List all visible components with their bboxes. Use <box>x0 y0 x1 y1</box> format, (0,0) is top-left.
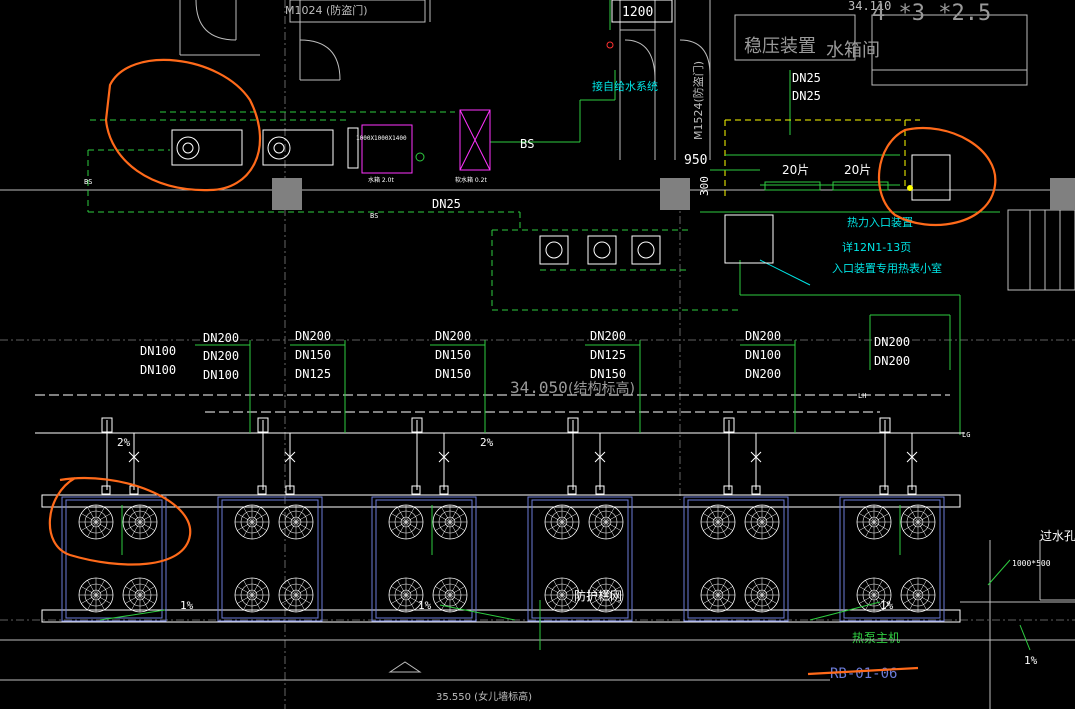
fan-icon <box>122 504 158 540</box>
pipe-size-label: DN200 <box>435 329 471 343</box>
fan-icon <box>700 577 736 613</box>
note-line-2: 入口装置专用热表小室 <box>832 261 942 275</box>
tank-size: 4 *3 *2.5 <box>872 1 991 26</box>
door-label-side: M1524(防盗门) <box>691 61 705 140</box>
fan-icon <box>900 577 936 613</box>
parapet-level: 35.550 (女儿墙标高) <box>436 690 532 703</box>
fan-icon <box>278 504 314 540</box>
column <box>272 178 302 210</box>
pipe-size-label: DN100 <box>140 363 176 377</box>
pipe-size-dn25: DN25 <box>432 197 461 211</box>
pressure-device-label: 稳压装置 <box>744 36 816 57</box>
pipe-size-label: DN100 <box>745 348 781 362</box>
pipe-size-label: DN125 <box>590 348 626 362</box>
bs-label-small: BS <box>84 178 92 186</box>
pipe-size-label: DN150 <box>435 348 471 362</box>
fan-icon <box>544 504 580 540</box>
vent-hole: 过水孔 <box>1040 529 1075 543</box>
fan-icon <box>234 504 270 540</box>
fan-icon <box>744 577 780 613</box>
pipe-size-label: DN200 <box>203 331 239 345</box>
drawing-number: RB-01-06 <box>830 666 897 682</box>
fan-icon <box>78 577 114 613</box>
slope-label: 2% <box>480 436 494 449</box>
dim-1200: 1200 <box>622 5 653 20</box>
slope-label: 1% <box>880 599 894 612</box>
pipe-size-label: DN150 <box>295 348 331 362</box>
pipe-size-label: DN100 <box>203 368 239 382</box>
level-mid: 34.050 <box>510 378 568 397</box>
fan-icon <box>234 577 270 613</box>
fan-icon <box>744 504 780 540</box>
fan-icon <box>432 504 468 540</box>
pipe-size-label: DN200 <box>203 349 239 363</box>
lg-label: LG <box>962 431 970 439</box>
column <box>1050 178 1075 210</box>
fan-icon <box>122 577 158 613</box>
fins-2: 20片 <box>844 163 871 177</box>
dim-950: 950 <box>684 153 707 168</box>
pipe-size-label: DN125 <box>295 367 331 381</box>
water-tank-room-label: 水箱间 <box>826 40 880 61</box>
pipe-size-label: DN200 <box>295 329 331 343</box>
pipe-size-dn25: DN25 <box>792 71 821 85</box>
pipe-size-label: DN150 <box>435 367 471 381</box>
slope-label: 2% <box>117 436 131 449</box>
pipe-size-label: DN200 <box>745 329 781 343</box>
pipe-size-label: DN100 <box>140 344 176 358</box>
structural-level: (结构标高) <box>568 380 635 397</box>
tank-small-2: 软水箱 0.2t <box>455 176 487 184</box>
lh-label: LH <box>858 392 866 400</box>
pipe-size: DN200 <box>874 354 910 368</box>
door-label-top: M1024 (防盗门) <box>285 3 368 17</box>
fan-icon <box>388 504 424 540</box>
slope-label: 1% <box>180 599 194 612</box>
fan-icon <box>900 504 936 540</box>
fan-icon <box>700 504 736 540</box>
yellow-point <box>907 185 913 191</box>
bs-label-small: BS <box>370 212 378 220</box>
pipe-size: DN200 <box>874 335 910 349</box>
pipe-size-label: DN150 <box>590 367 626 381</box>
pipe-size-dn25: DN25 <box>792 89 821 103</box>
fins-1: 20片 <box>782 163 809 177</box>
fan-icon <box>78 504 114 540</box>
to-water-system: 接自给水系统 <box>592 80 658 93</box>
slope-label: 1% <box>418 599 432 612</box>
note-line-1: 详12N1-13页 <box>842 240 911 254</box>
cad-drawing: M1024 (防盗门) 1200 34.110 4 *3 *2.5 稳压装置 水… <box>0 0 1075 709</box>
dim-300: 300 <box>698 176 711 196</box>
column <box>660 178 690 210</box>
fan-icon <box>856 504 892 540</box>
bs-label: BS <box>520 137 534 151</box>
heat-pump-host: 热泵主机 <box>852 631 900 645</box>
anti-vibration-label: 防护栏网 <box>574 588 622 603</box>
softener-box-size: 1000X1000X1400 <box>356 135 407 142</box>
pipe-size-label: DN200 <box>590 329 626 343</box>
fan-icon <box>588 504 624 540</box>
slope-label: 1% <box>1024 654 1038 667</box>
vent-size: 1000*500 <box>1012 559 1051 568</box>
pipe-size-label: DN200 <box>745 367 781 381</box>
water-tank-small: 水箱 2.0t <box>368 176 394 184</box>
fan-icon <box>278 577 314 613</box>
